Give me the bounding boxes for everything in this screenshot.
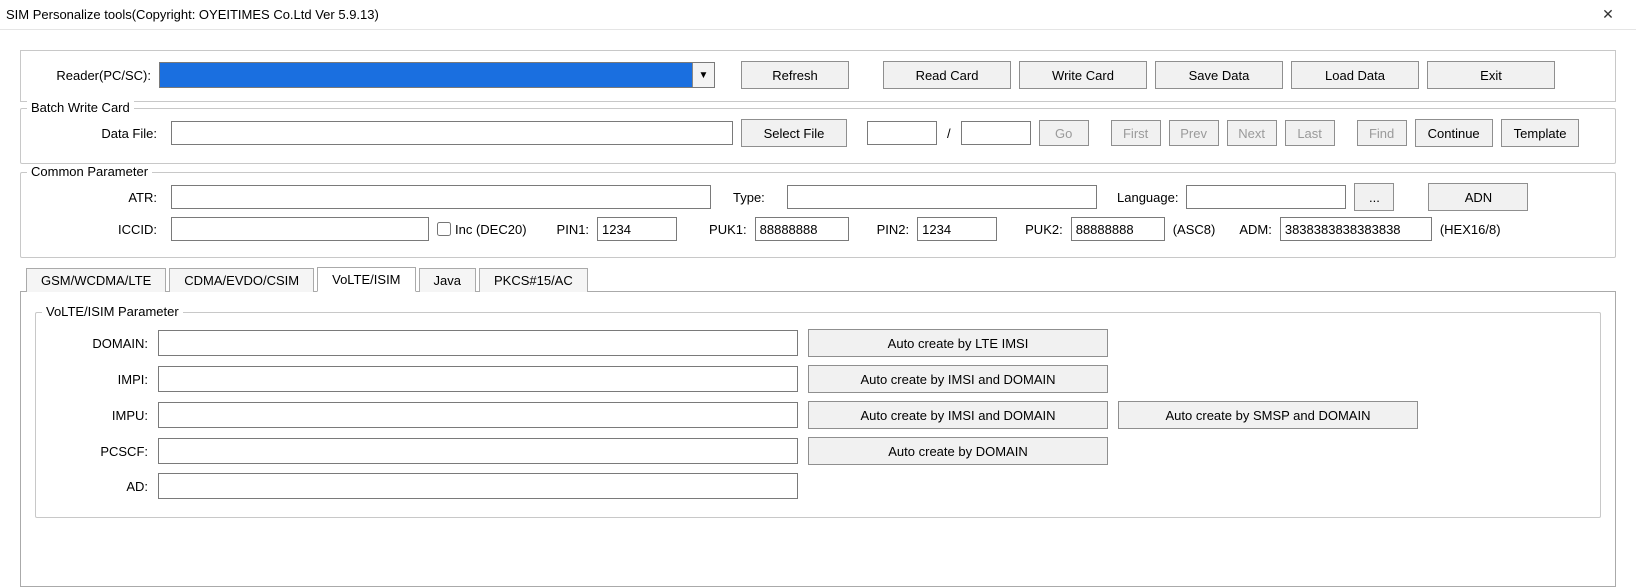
titlebar: SIM Personalize tools(Copyright: OYEITIM… (0, 0, 1636, 30)
inc-checkbox[interactable]: Inc (DEC20) (437, 222, 527, 237)
volte-legend: VoLTE/ISIM Parameter (42, 304, 183, 319)
chevron-down-icon[interactable]: ▼ (692, 63, 714, 87)
refresh-button[interactable]: Refresh (741, 61, 849, 89)
adn-button[interactable]: ADN (1428, 183, 1528, 211)
close-icon[interactable]: ✕ (1588, 3, 1628, 27)
tab-cdma[interactable]: CDMA/EVDO/CSIM (169, 268, 314, 292)
pos-b-input[interactable] (961, 121, 1031, 145)
template-button[interactable]: Template (1501, 119, 1580, 147)
domain-label: DOMAIN: (48, 336, 148, 351)
pin2-input[interactable] (917, 217, 997, 241)
pin1-input[interactable] (597, 217, 677, 241)
atr-label: ATR: (33, 190, 163, 205)
common-legend: Common Parameter (27, 164, 152, 179)
find-button[interactable]: Find (1357, 120, 1407, 146)
reader-label: Reader(PC/SC): (31, 68, 151, 83)
tabstrip: GSM/WCDMA/LTE CDMA/EVDO/CSIM VoLTE/ISIM … (20, 266, 1616, 292)
ad-label: AD: (48, 479, 148, 494)
impi-label: IMPI: (48, 372, 148, 387)
impu-auto-smsp-button[interactable]: Auto create by SMSP and DOMAIN (1118, 401, 1418, 429)
impu-label: IMPU: (48, 408, 148, 423)
domain-input[interactable] (158, 330, 798, 356)
tab-java[interactable]: Java (419, 268, 476, 292)
writecard-button[interactable]: Write Card (1019, 61, 1147, 89)
adm-input[interactable] (1280, 217, 1432, 241)
impu-auto-imsi-button[interactable]: Auto create by IMSI and DOMAIN (808, 401, 1108, 429)
datafile-input[interactable] (171, 121, 733, 145)
last-button[interactable]: Last (1285, 120, 1335, 146)
batch-legend: Batch Write Card (27, 100, 134, 115)
language-input[interactable] (1186, 185, 1346, 209)
tab-gsm[interactable]: GSM/WCDMA/LTE (26, 268, 166, 292)
adm-label: ADM: (1239, 222, 1272, 237)
impi-auto-button[interactable]: Auto create by IMSI and DOMAIN (808, 365, 1108, 393)
reader-panel: Reader(PC/SC): ▼ Refresh Read Card Write… (20, 50, 1616, 102)
inc-label: Inc (DEC20) (455, 222, 527, 237)
language-browse-button[interactable]: ... (1354, 183, 1394, 211)
type-label: Type: (733, 190, 779, 205)
first-button[interactable]: First (1111, 120, 1161, 146)
iccid-input[interactable] (171, 217, 429, 241)
selectfile-button[interactable]: Select File (741, 119, 847, 147)
exit-button[interactable]: Exit (1427, 61, 1555, 89)
hex-label: (HEX16/8) (1440, 222, 1501, 237)
iccid-label: ICCID: (33, 222, 163, 237)
tabpage-volte: VoLTE/ISIM Parameter DOMAIN: Auto create… (20, 292, 1616, 587)
volte-group: VoLTE/ISIM Parameter DOMAIN: Auto create… (35, 312, 1601, 518)
go-button[interactable]: Go (1039, 120, 1089, 146)
tab-pkcs[interactable]: PKCS#15/AC (479, 268, 588, 292)
puk1-input[interactable] (755, 217, 849, 241)
continue-button[interactable]: Continue (1415, 119, 1493, 147)
ad-input[interactable] (158, 473, 798, 499)
language-label: Language: (1117, 190, 1178, 205)
pcscf-label: PCSCF: (48, 444, 148, 459)
puk2-input[interactable] (1071, 217, 1165, 241)
pin2-label: PIN2: (877, 222, 910, 237)
batch-group: Batch Write Card Data File: Select File … (20, 108, 1616, 164)
tab-volte[interactable]: VoLTE/ISIM (317, 267, 415, 292)
next-button[interactable]: Next (1227, 120, 1277, 146)
reader-combo-field[interactable] (160, 63, 692, 87)
pos-a-input[interactable] (867, 121, 937, 145)
savedata-button[interactable]: Save Data (1155, 61, 1283, 89)
loaddata-button[interactable]: Load Data (1291, 61, 1419, 89)
prev-button[interactable]: Prev (1169, 120, 1219, 146)
slash: / (945, 126, 953, 141)
domain-auto-button[interactable]: Auto create by LTE IMSI (808, 329, 1108, 357)
readcard-button[interactable]: Read Card (883, 61, 1011, 89)
impi-input[interactable] (158, 366, 798, 392)
pcscf-input[interactable] (158, 438, 798, 464)
pcscf-auto-button[interactable]: Auto create by DOMAIN (808, 437, 1108, 465)
asc8-label: (ASC8) (1173, 222, 1216, 237)
atr-input[interactable] (171, 185, 711, 209)
inc-checkbox-box[interactable] (437, 222, 451, 236)
puk1-label: PUK1: (709, 222, 747, 237)
impu-input[interactable] (158, 402, 798, 428)
window-title: SIM Personalize tools(Copyright: OYEITIM… (6, 7, 379, 22)
common-group: Common Parameter ATR: Type: Language: ..… (20, 172, 1616, 258)
reader-combo[interactable]: ▼ (159, 62, 715, 88)
datafile-label: Data File: (33, 126, 163, 141)
puk2-label: PUK2: (1025, 222, 1063, 237)
type-input[interactable] (787, 185, 1097, 209)
pin1-label: PIN1: (557, 222, 590, 237)
